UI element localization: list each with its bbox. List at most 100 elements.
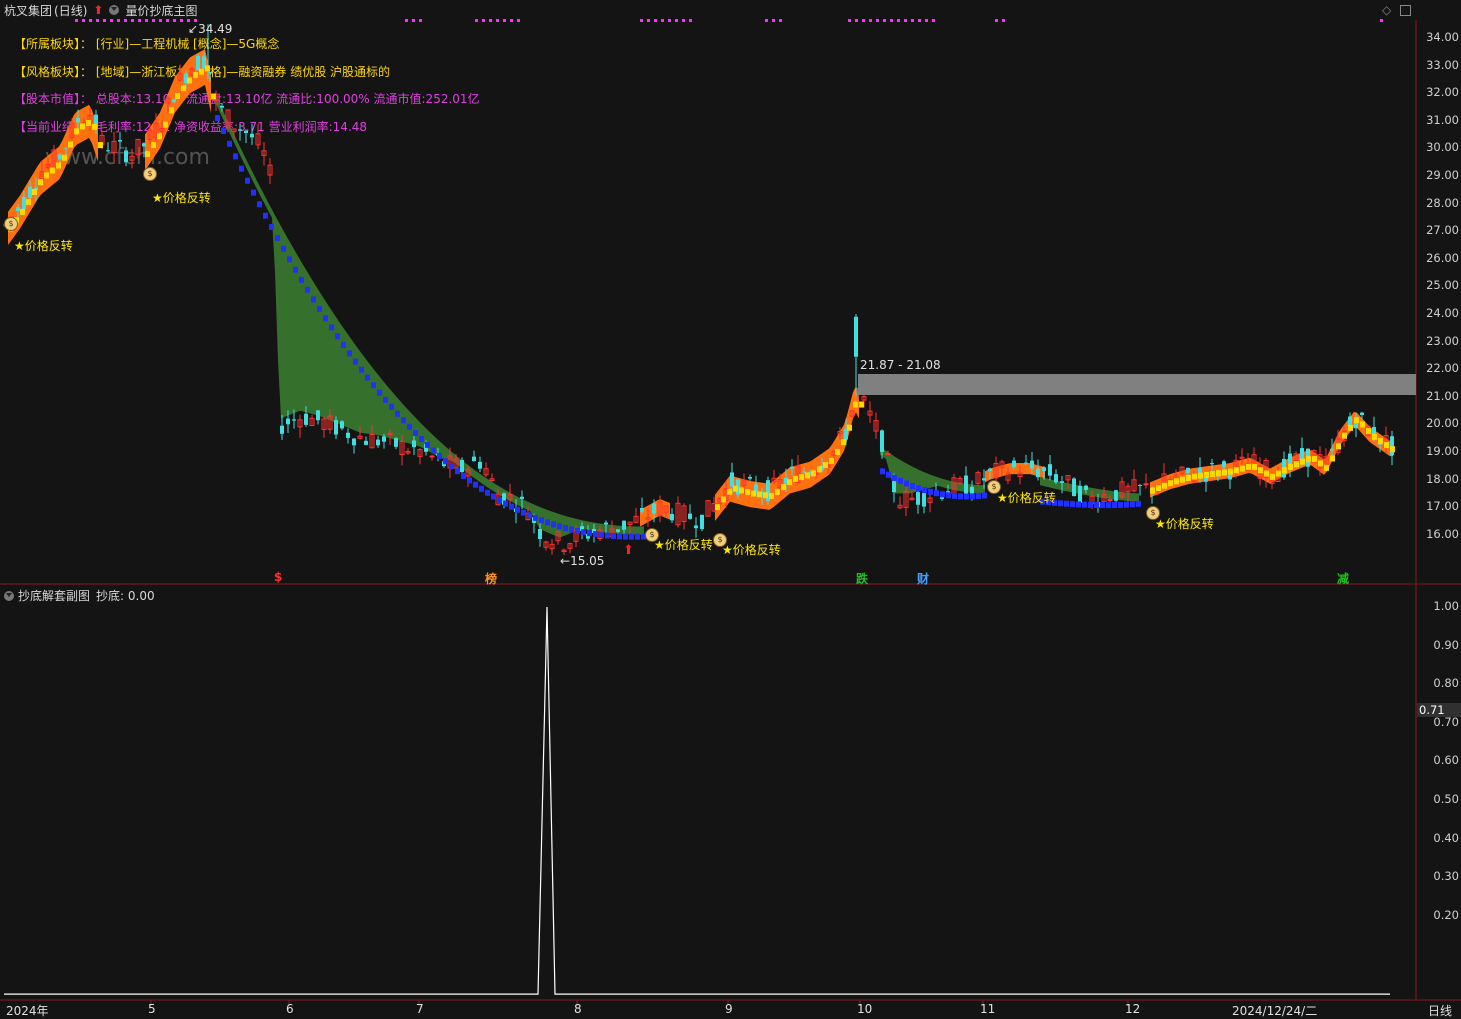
event-marker[interactable]: 榜 [485,570,497,587]
candle-body [1186,467,1190,473]
signal-dot [475,19,478,22]
y-tick-label: 25.00 [1426,278,1459,293]
trend-step [1180,476,1185,483]
trend-step [835,449,840,455]
price-reversal-signal: ★价格反转 [722,543,781,557]
event-marker[interactable]: 跌 [856,570,868,587]
signal-dot [869,19,872,22]
trend-step [727,488,732,495]
candle-body [982,478,986,481]
sub-y-tick-label: 0.80 [1433,676,1459,691]
candle-body [1348,416,1352,426]
y-tick-label: 34.00 [1426,30,1459,44]
candle-body [340,421,344,429]
trend-step [1204,471,1209,478]
price-reversal-signal: ★价格反转 [997,491,1056,505]
trend-step [305,286,310,293]
sub-chart-line [4,606,1390,995]
trend-step [886,471,891,478]
trend-step [50,167,55,174]
sub-y-tick-label: 0.20 [1433,907,1459,922]
trend-step [473,481,478,488]
x-tick-label: 8 [574,1002,582,1016]
trend-step [1312,455,1317,462]
trend-step [892,474,897,481]
candle-body [922,491,926,507]
money-bag-icon: $ [1146,506,1160,520]
sub-chart-header: 抄底解套副图 抄底: 0.00 [4,587,155,604]
x-tick-label: 7 [416,1002,424,1016]
signal-dot [918,19,921,22]
price-reversal-signal: ★价格反转 [1155,517,1214,531]
trend-step [916,485,921,492]
trend-step [617,533,622,540]
trend-step [32,189,37,196]
candle-body [1210,463,1214,465]
candle-body [1222,461,1226,468]
trend-step [557,523,562,530]
trend-step [635,533,640,540]
trend-step [799,474,804,481]
trend-step [545,519,550,526]
trend-step [211,93,216,100]
sub-y-tick-label: 1.00 [1433,599,1459,613]
candle-body [304,413,308,425]
trend-step [1150,487,1155,494]
candle-body [604,522,608,525]
y-tick-label: 28.00 [1426,195,1459,210]
signal-dot [855,19,858,22]
x-tick-label: 9 [725,1002,733,1016]
trend-step [86,120,91,127]
trend-step [145,150,150,157]
trend-step [74,128,79,135]
candle-body [118,140,122,142]
y-tick-label: 22.00 [1426,361,1459,376]
sub-chart-title[interactable]: 抄底解套副图 [18,587,90,604]
trend-step [928,488,933,495]
trend-step [599,531,604,538]
y-tick-label: 29.00 [1426,168,1459,182]
trend-step [20,208,25,215]
candle-body [622,520,626,530]
period-button[interactable]: 日线 [1428,1002,1452,1019]
trend-step [98,142,103,149]
red-up-arrow-icon: ⬆ [623,543,634,558]
trend-step [175,92,180,99]
candle-body [1138,484,1142,486]
sub-indicator-toggle-icon[interactable] [4,590,14,601]
candle-body [1030,460,1034,469]
signal-dot [668,19,671,22]
trend-step [401,417,406,424]
event-marker[interactable]: $ [274,570,282,584]
signal-dot [117,19,120,22]
y-tick-label: 19.00 [1426,444,1459,458]
trend-step [221,128,226,135]
candle-body [1042,467,1046,472]
x-tick-label: 5 [148,1002,156,1016]
trend-step [757,491,762,498]
candle-body [1330,448,1334,451]
main-price-chart[interactable] [0,0,1461,1015]
trend-step [605,532,610,539]
candle-body [364,440,368,445]
trend-step [1270,473,1275,480]
trend-step [629,533,634,540]
trend-step [853,401,858,408]
signal-dot [682,19,685,22]
signal-dot [173,19,176,22]
candle-body [1390,436,1394,456]
trend-step [1210,471,1215,478]
candle-body [1078,485,1082,503]
x-tick-label: 12 [1125,1002,1141,1016]
trend-step [275,234,280,241]
event-marker[interactable]: 减 [1337,570,1349,587]
signal-dot [675,19,678,22]
trend-step [38,179,43,186]
trend-step [1288,463,1293,470]
y-tick-label: 20.00 [1426,416,1459,431]
trend-step [787,479,792,486]
trend-step [539,517,544,524]
y-tick-label: 16.00 [1426,526,1459,541]
event-marker[interactable]: 财 [917,570,929,587]
trend-step [413,430,418,437]
